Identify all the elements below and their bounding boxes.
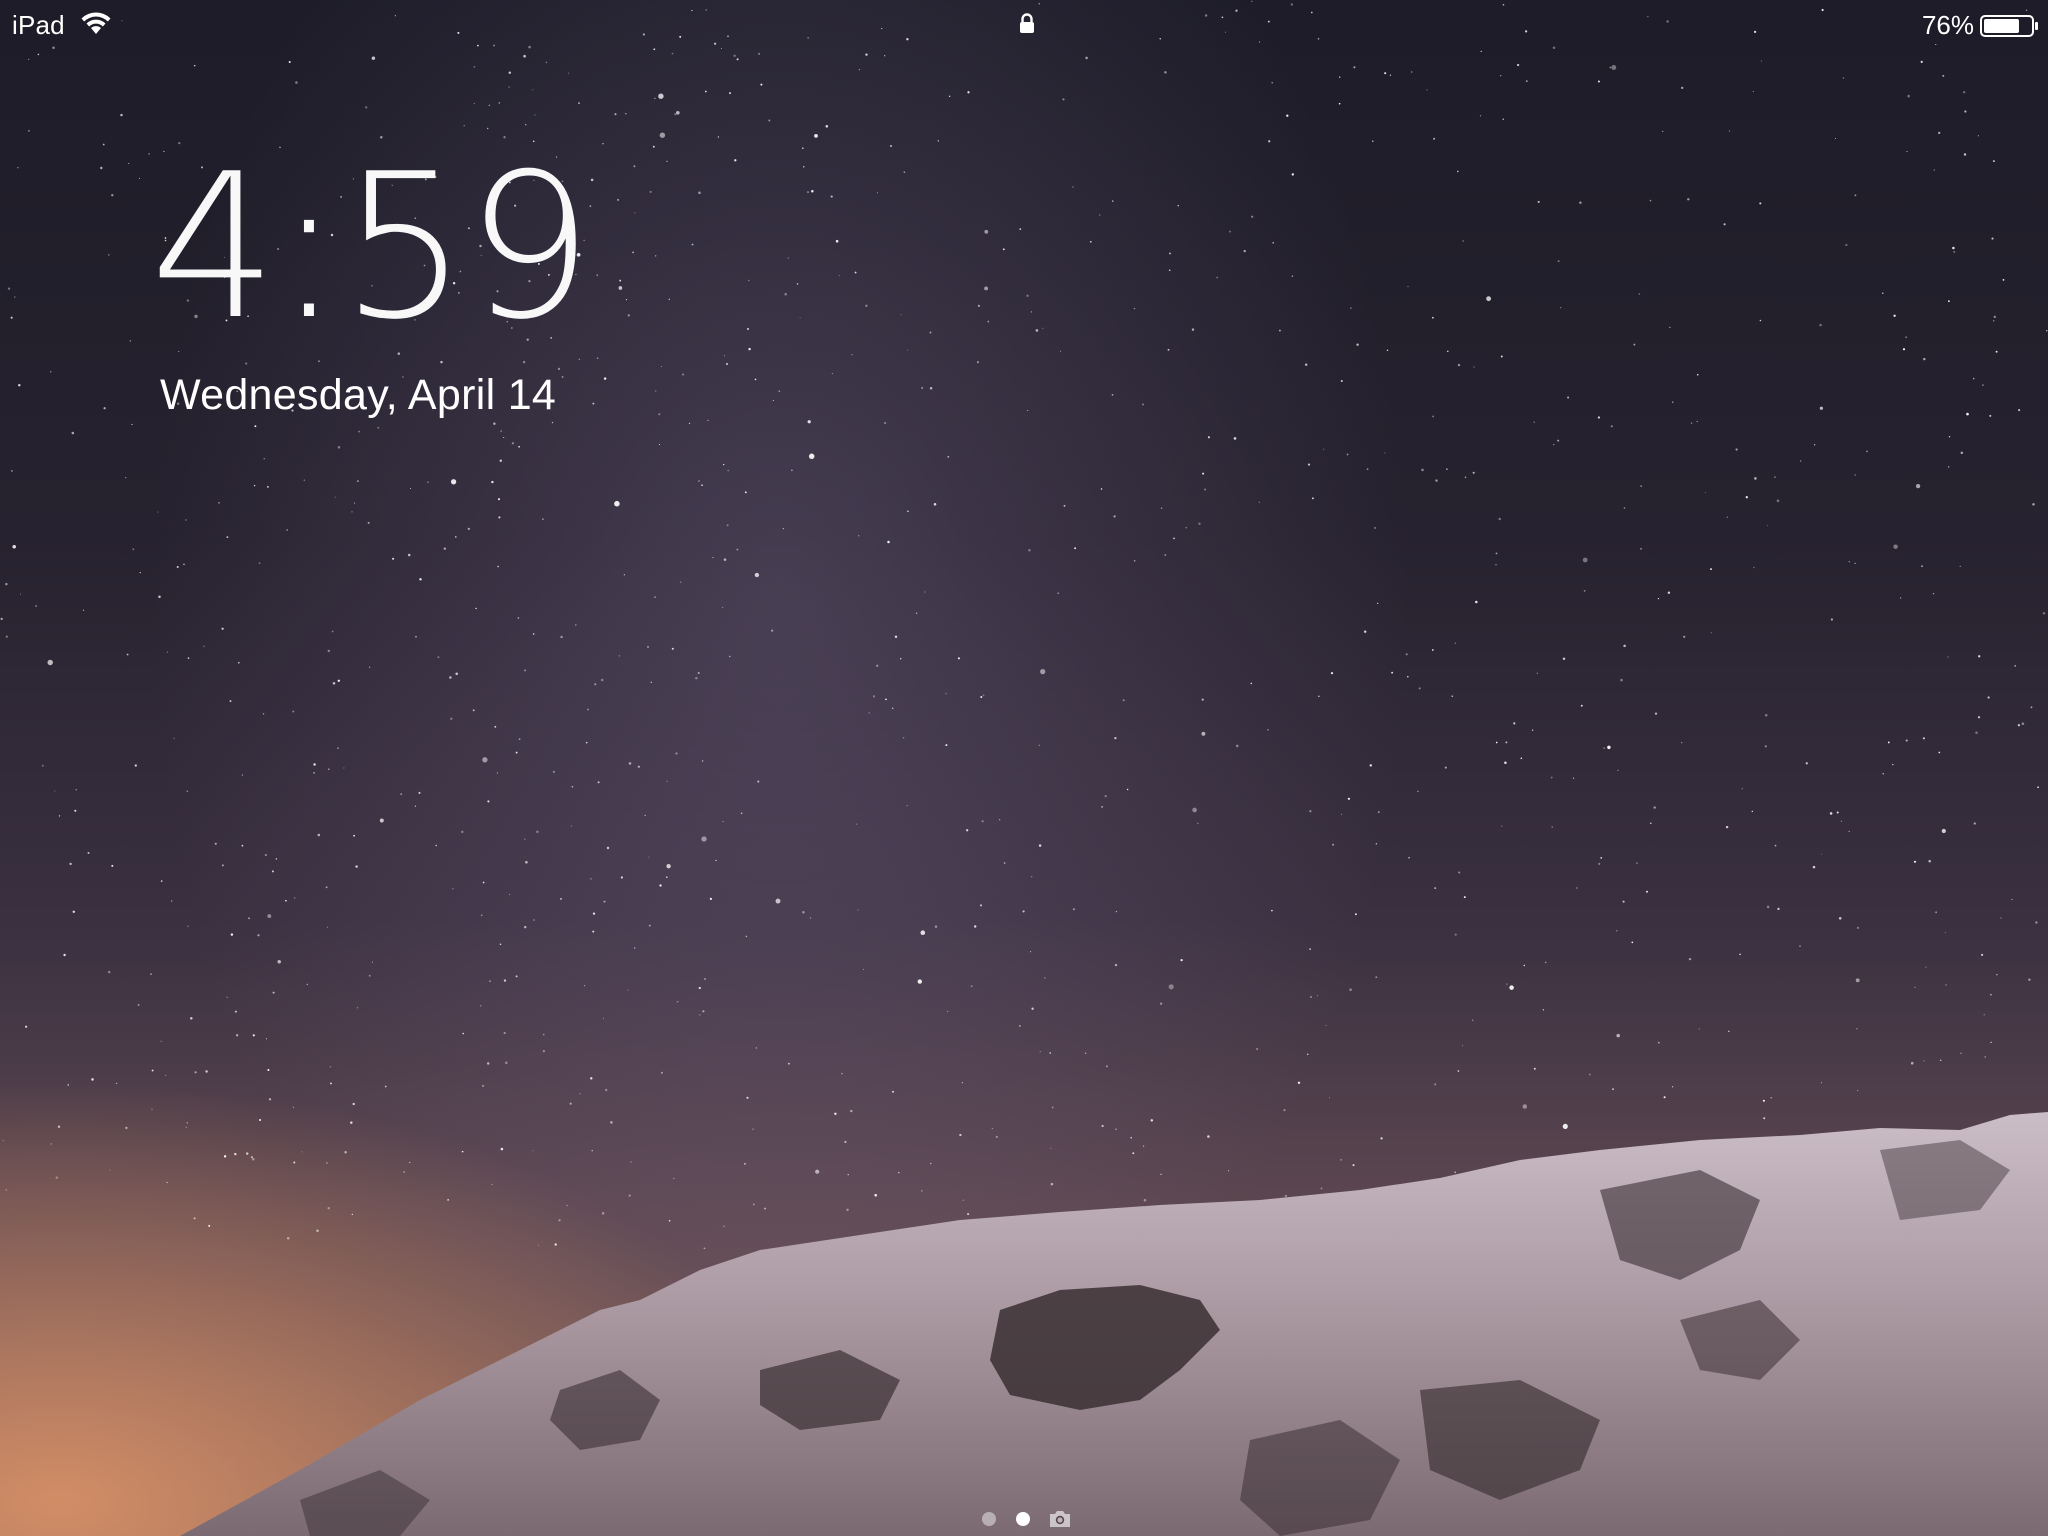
- battery-percent: 76%: [1921, 10, 1974, 40]
- status-bar: iPad 76%: [0, 0, 2048, 48]
- carrier-label: iPad: [12, 10, 65, 40]
- battery-icon: [1980, 15, 2038, 37]
- lock-screen-time: 4:59: [150, 131, 593, 364]
- page-dot-2-current[interactable]: [1016, 1512, 1030, 1526]
- lock-screen-date: Wednesday, April 14: [160, 371, 557, 419]
- lock-icon: [1020, 13, 1034, 33]
- wifi-icon: [81, 12, 111, 34]
- camera-icon[interactable]: [1048, 1509, 1072, 1529]
- page-indicator[interactable]: [980, 1505, 1080, 1529]
- lock-screen: iPad 76% 4:59 Wednesday, April 14: [0, 0, 2048, 1536]
- page-dot-1[interactable]: [982, 1512, 996, 1526]
